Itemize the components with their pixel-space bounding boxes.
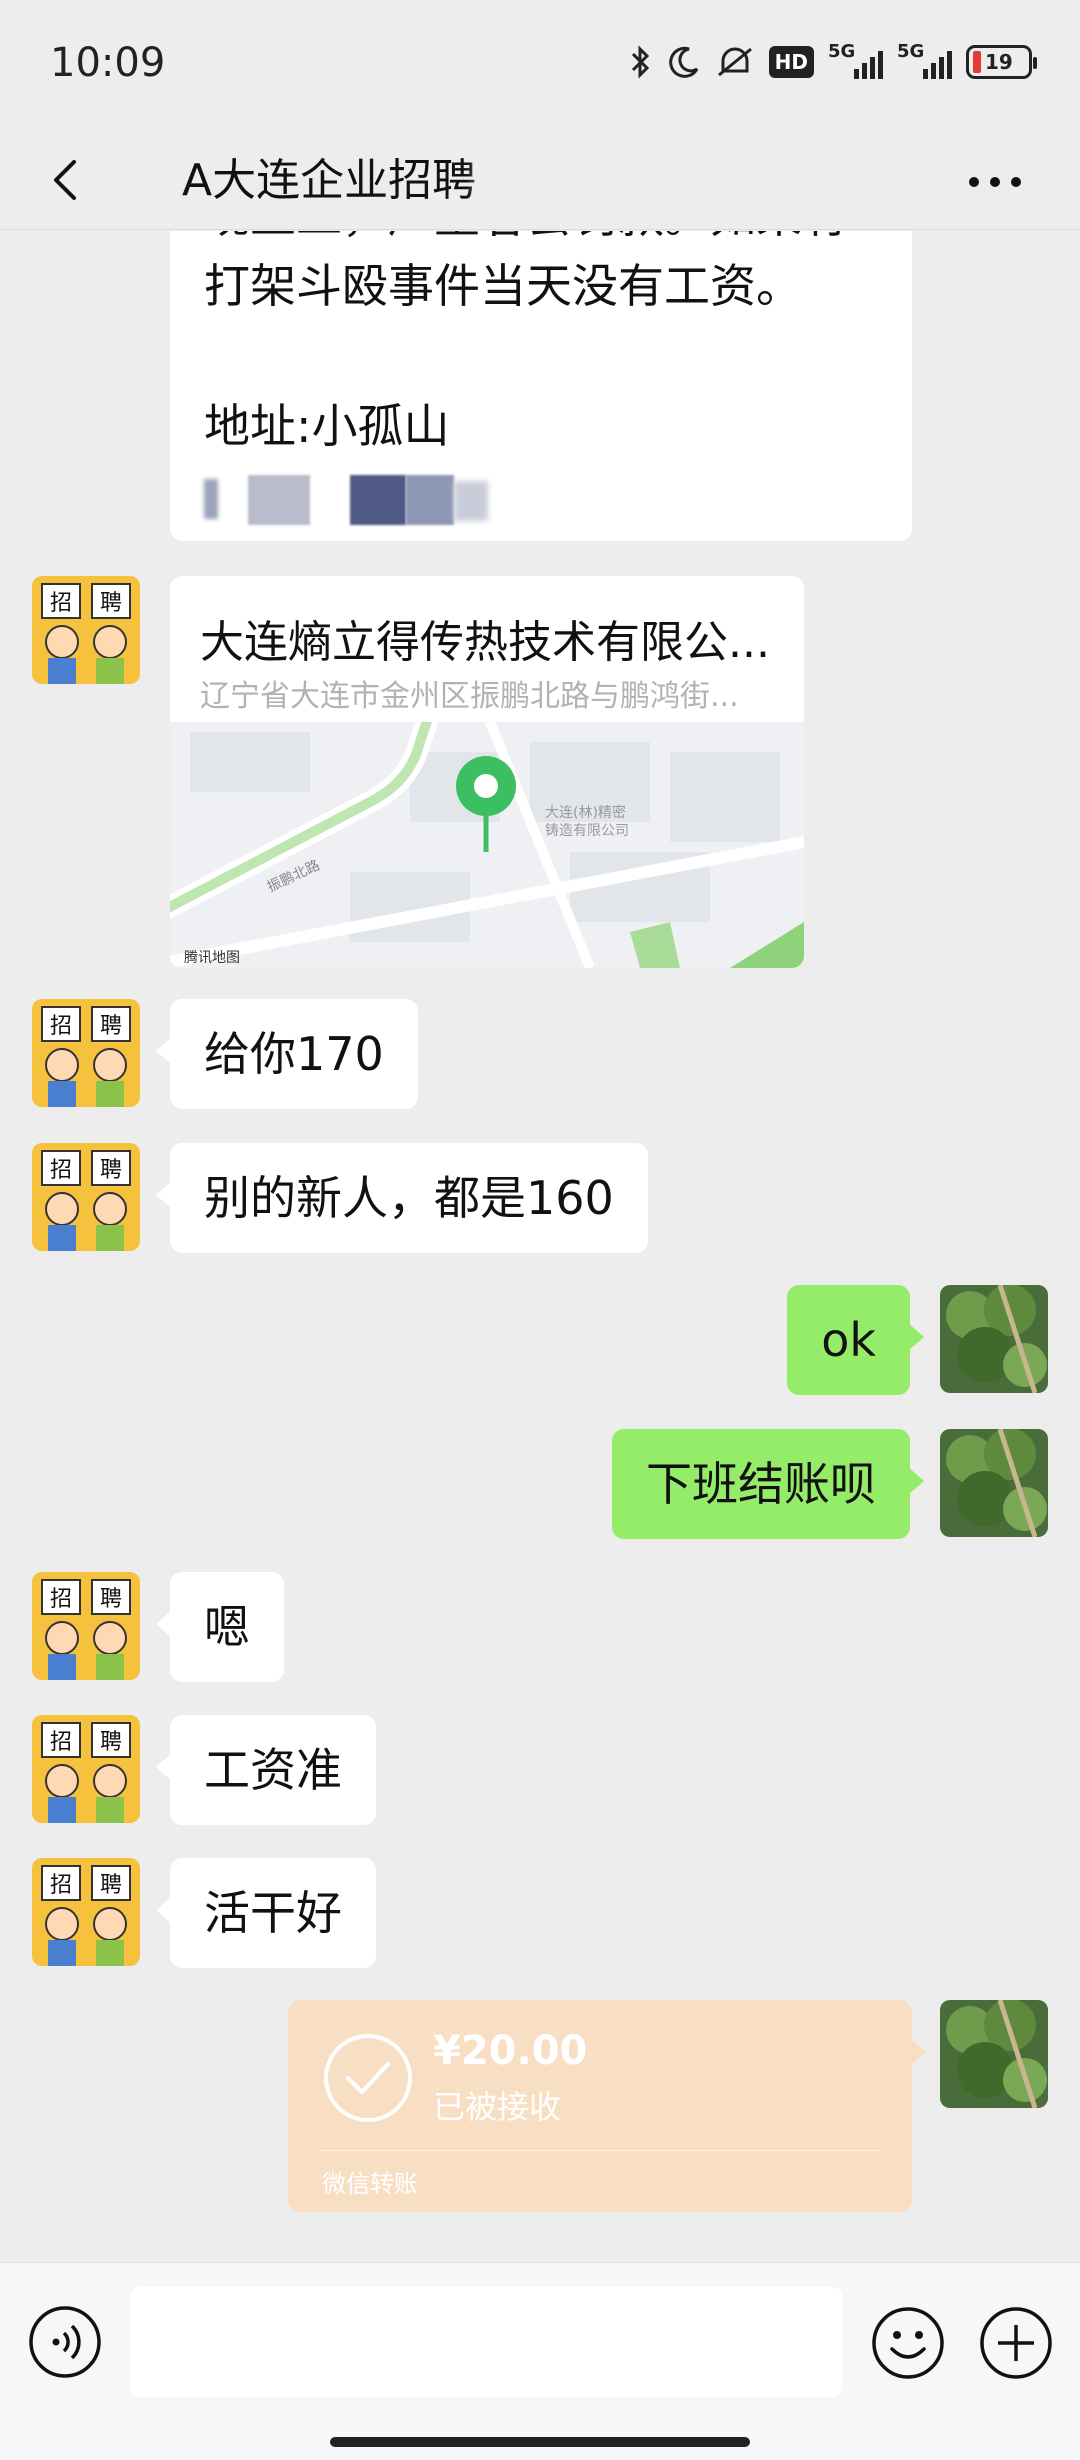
location-message-card[interactable]: 大连熵立得传热技术有限公... 辽宁省大连市金州区振鹏北路与鹏鸿街... 振鹏北…	[170, 576, 804, 968]
received-message[interactable]: 别的新人，都是160	[156, 1143, 648, 1253]
card-line: 地址:小孤山	[204, 399, 450, 453]
location-name: 大连熵立得传热技术有限公...	[200, 617, 770, 668]
emoji-icon[interactable]	[870, 2305, 946, 2381]
sent-message[interactable]: 下班结账呗	[612, 1429, 924, 1539]
network-label: 5G	[828, 41, 856, 62]
avatar[interactable]	[940, 1285, 1048, 1393]
svg-text:聘: 聘	[100, 591, 122, 616]
svg-text:招: 招	[50, 1158, 72, 1183]
svg-text:招: 招	[50, 1587, 72, 1612]
status-icons: HD 5G 5G 19	[629, 41, 1037, 80]
status-bar: 10:09 HD 5G 5G 19	[0, 0, 1080, 130]
location-address: 辽宁省大连市金州区振鹏北路与鹏鸿街...	[200, 679, 739, 714]
plus-icon[interactable]	[978, 2305, 1054, 2381]
more-dots-icon[interactable]	[960, 154, 1030, 210]
received-message[interactable]: 活干好	[156, 1858, 376, 1968]
svg-text:聘: 聘	[100, 1730, 122, 1755]
map-poi-label: 铸造有限公司	[545, 823, 629, 839]
moon-icon	[667, 45, 701, 79]
check-circle-icon	[322, 2032, 414, 2124]
text-message-card[interactable]: 现上工，严重者会罚款。如果有 打架斗殴事件当天没有工资。 地址:小孤山	[170, 231, 912, 541]
blurred-phone	[204, 475, 504, 525]
network-label: 5G	[897, 41, 925, 62]
svg-text:招: 招	[50, 1730, 72, 1755]
avatar[interactable]: 招 聘	[32, 1572, 140, 1680]
transfer-status: 已被接收	[433, 2088, 562, 2126]
map-poi-label: 大连(林)精密	[545, 804, 626, 821]
svg-text:聘: 聘	[100, 1014, 122, 1039]
svg-text:聘: 聘	[100, 1873, 122, 1898]
divider	[318, 2150, 882, 2151]
svg-text:聘: 聘	[100, 1158, 122, 1183]
card-line: 打架斗殴事件当天没有工资。	[204, 259, 802, 313]
home-indicator[interactable]	[330, 2437, 750, 2447]
svg-text:招: 招	[50, 1014, 72, 1039]
bluetooth-icon	[629, 44, 653, 80]
received-message[interactable]: 工资准	[156, 1715, 376, 1825]
transfer-card[interactable]: ¥20.00 已被接收 微信转账	[288, 2000, 926, 2212]
card-line: 现上工，严重者会罚款。如果有	[204, 231, 878, 251]
received-message[interactable]: 给你170	[156, 999, 418, 1109]
signal-icon: 5G	[828, 41, 883, 79]
svg-text:聘: 聘	[100, 1587, 122, 1612]
message-list[interactable]: 现上工，严重者会罚款。如果有 打架斗殴事件当天没有工资。 地址:小孤山 招 聘 …	[0, 231, 1080, 2261]
avatar[interactable]: 招 聘	[32, 1858, 140, 1966]
status-time: 10:09	[50, 40, 166, 86]
signal-icon: 5G	[897, 41, 952, 79]
svg-text:招: 招	[50, 1873, 72, 1898]
mute-icon	[715, 45, 755, 79]
hd-icon: HD	[768, 46, 814, 78]
avatar[interactable]: 招 聘	[32, 1715, 140, 1823]
message-input[interactable]	[130, 2287, 842, 2397]
map-source-label: 腾讯地图	[184, 949, 240, 966]
avatar[interactable]	[940, 1429, 1048, 1537]
avatar[interactable]: 招 聘	[32, 576, 140, 684]
input-bar	[0, 2262, 1080, 2460]
title-blur	[470, 152, 910, 212]
transfer-footer: 微信转账	[322, 2170, 418, 2198]
battery-icon: 19	[966, 45, 1037, 79]
avatar[interactable]: 招 聘	[32, 1143, 140, 1251]
voice-icon[interactable]	[28, 2305, 102, 2379]
received-message[interactable]: 嗯	[156, 1572, 284, 1682]
sent-message[interactable]: ok	[787, 1285, 924, 1395]
battery-level: 19	[985, 50, 1013, 74]
map-thumbnail[interactable]: 振鹏北路 大连(林)精密 铸造有限公司 腾讯地图	[170, 708, 804, 968]
avatar[interactable]	[940, 2000, 1048, 2108]
avatar[interactable]: 招 聘	[32, 999, 140, 1107]
chat-header: A大连企业招聘	[0, 130, 1080, 230]
svg-text:招: 招	[50, 591, 72, 616]
chat-title: A大连企业招聘	[182, 155, 477, 206]
transfer-amount: ¥20.00	[433, 2028, 588, 2074]
chevron-left-icon[interactable]	[40, 152, 96, 208]
